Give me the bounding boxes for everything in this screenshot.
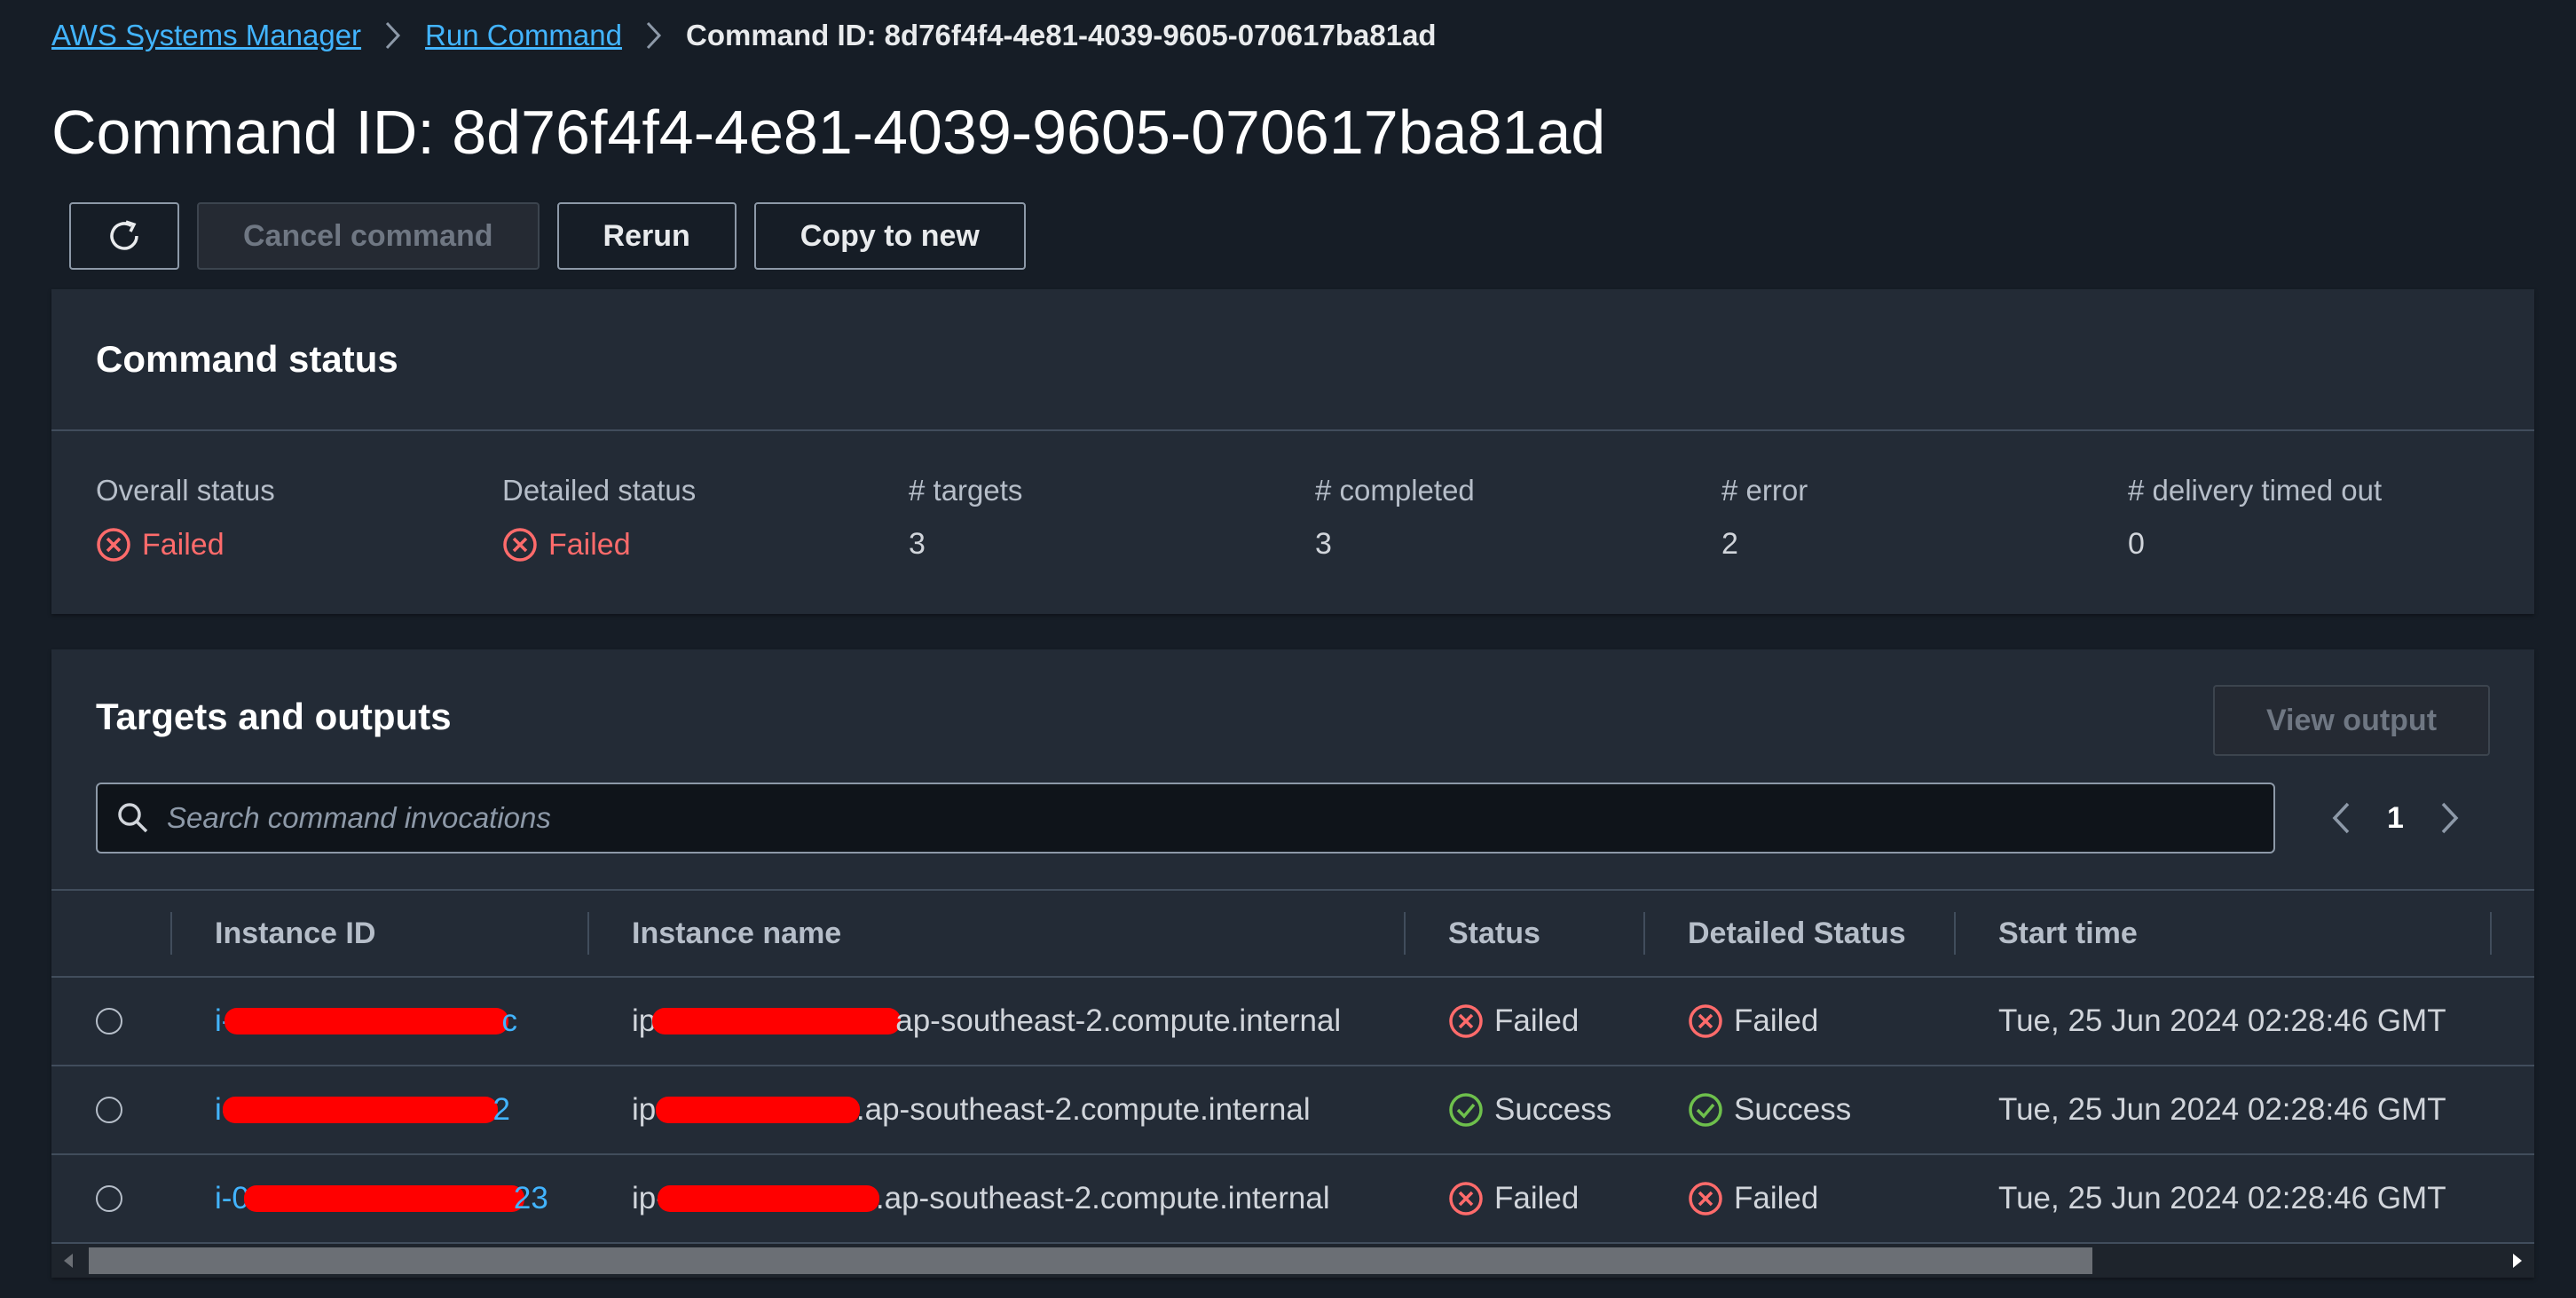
- start-time-cell: Tue, 25 Jun 2024 02:28:46 GMT: [1998, 1092, 2446, 1127]
- start-time-cell: Tue, 25 Jun 2024 02:28:46 GMT: [1998, 1003, 2446, 1038]
- table-row[interactable]: i-0 23 ip- .ap-southeast-2.compute.interna…: [51, 1155, 2534, 1244]
- instance-id-link[interactable]: i-0 23: [215, 1155, 548, 1242]
- redaction-mark: [657, 1185, 879, 1212]
- status-field-targets: # targets 3: [909, 474, 1315, 562]
- targets-panel: Targets and outputs View output Search c…: [51, 649, 2534, 1278]
- scrollbar-thumb[interactable]: [89, 1247, 2092, 1274]
- status-label: Detailed status: [502, 474, 697, 507]
- table-header: Instance ID Instance name Status Detaile…: [51, 889, 2534, 978]
- failed-icon: [96, 527, 131, 562]
- table-row[interactable]: i-2 ip-.ap-southeast-2.compute.internal …: [51, 1066, 2534, 1155]
- status-field-detailed: Detailed status Failed: [502, 474, 909, 562]
- instance-name: ip- .ap-southeast-2.compute.internal: [632, 1181, 1330, 1215]
- column-divider: [587, 912, 589, 955]
- breadcrumb-run-command[interactable]: Run Command: [425, 19, 622, 52]
- detailed-status-cell: Success: [1688, 1066, 1851, 1153]
- refresh-icon: [105, 216, 144, 256]
- status-cell: Success: [1448, 1066, 1611, 1153]
- status-label: # targets: [909, 474, 1023, 507]
- status-cell: Failed: [1448, 978, 1579, 1065]
- failed-icon: [1688, 1003, 1723, 1039]
- column-header-status[interactable]: Status: [1448, 891, 1540, 976]
- failed-icon: [1448, 1003, 1484, 1039]
- page-title: Command ID: 8d76f4f4-4e81-4039-9605-0706…: [51, 98, 1606, 167]
- detailed-status-cell: Failed: [1688, 978, 1818, 1065]
- detailed-status-cell: Failed: [1688, 1155, 1818, 1242]
- rerun-button[interactable]: Rerun: [556, 202, 737, 270]
- breadcrumb-current: Command ID: 8d76f4f4-4e81-4039-9605-0706…: [685, 19, 1437, 51]
- instance-name: ip ap-southeast-2.compute.internal: [632, 1003, 1342, 1038]
- status-label: # error: [1721, 474, 1808, 507]
- status-cell: Failed: [1448, 1155, 1579, 1242]
- column-divider: [1643, 912, 1645, 955]
- status-label: # completed: [1315, 474, 1475, 507]
- row-select-radio[interactable]: [96, 1097, 122, 1123]
- scroll-right-icon[interactable]: [2511, 1253, 2524, 1273]
- refresh-button[interactable]: [69, 202, 179, 270]
- status-value: Failed: [502, 527, 909, 562]
- column-divider: [170, 912, 172, 955]
- breadcrumb: AWS Systems Manager Run Command Command …: [51, 14, 1437, 57]
- status-field-timed-out: # delivery timed out 0: [2128, 474, 2534, 562]
- command-status-panel: Command status Overall status Failed Det…: [51, 289, 2534, 614]
- status-value: 0: [2128, 527, 2145, 561]
- status-field-overall: Overall status Failed: [96, 474, 502, 562]
- success-icon: [1688, 1092, 1723, 1128]
- instance-name: ip- .ap-southeast-2.compute.internal: [632, 1092, 1311, 1127]
- status-grid: Overall status Failed Detailed status Fa…: [51, 431, 2534, 562]
- column-header-start-time[interactable]: Start time: [1998, 891, 2138, 976]
- invocations-table: Instance ID Instance name Status Detaile…: [51, 889, 2534, 1244]
- status-value: Failed: [96, 527, 502, 562]
- redaction-mark: [223, 1097, 499, 1123]
- start-time-cell: Tue, 25 Jun 2024 02:28:46 GMT: [1998, 1181, 2446, 1215]
- cancel-command-button[interactable]: Cancel command: [197, 202, 540, 270]
- column-header-instance-name[interactable]: Instance name: [632, 891, 841, 976]
- search-placeholder: Search command invocations: [167, 801, 551, 834]
- view-output-button[interactable]: View output: [2213, 685, 2490, 756]
- horizontal-scrollbar[interactable]: [51, 1244, 2534, 1278]
- redaction-mark: [655, 1097, 860, 1123]
- column-divider: [1404, 912, 1406, 955]
- failed-icon: [1448, 1181, 1484, 1216]
- status-label: # delivery timed out: [2128, 474, 2383, 507]
- status-field-error: # error 2: [1721, 474, 2128, 562]
- column-divider: [1954, 912, 1956, 955]
- chevron-left-icon[interactable]: [2330, 800, 2351, 836]
- copy-to-new-button[interactable]: Copy to new: [753, 202, 1026, 270]
- redaction-mark: [652, 1008, 902, 1034]
- search-input[interactable]: Search command invocations: [96, 783, 2275, 854]
- column-header-detailed-status[interactable]: Detailed Status: [1688, 891, 1906, 976]
- column-divider: [2490, 912, 2492, 955]
- command-status-header: Command status: [51, 289, 2534, 431]
- targets-title: Targets and outputs: [96, 696, 452, 737]
- search-icon: [115, 800, 151, 836]
- command-status-title: Command status: [96, 338, 398, 380]
- redaction-mark: [243, 1185, 524, 1212]
- status-value: 3: [909, 527, 926, 561]
- success-icon: [1448, 1092, 1484, 1128]
- scroll-left-icon[interactable]: [62, 1253, 75, 1273]
- chevron-right-icon: [645, 20, 663, 51]
- status-value: 2: [1721, 527, 1738, 561]
- chevron-right-icon: [384, 20, 402, 51]
- instance-id-link[interactable]: i-c: [215, 978, 517, 1065]
- status-label: Overall status: [96, 474, 275, 507]
- command-toolbar: Cancel command Rerun Copy to new: [69, 202, 1026, 270]
- row-select-radio[interactable]: [96, 1008, 122, 1034]
- pagination: 1: [2330, 791, 2461, 845]
- status-field-completed: # completed 3: [1315, 474, 1721, 562]
- breadcrumb-systems-manager[interactable]: AWS Systems Manager: [51, 19, 361, 52]
- failed-icon: [502, 527, 538, 562]
- instance-id-link[interactable]: i-2: [215, 1066, 510, 1153]
- table-row[interactable]: i-c ip ap-southeast-2.compute.internal Fa…: [51, 978, 2534, 1066]
- page-number[interactable]: 1: [2387, 801, 2404, 836]
- failed-icon: [1688, 1181, 1723, 1216]
- chevron-right-icon[interactable]: [2439, 800, 2461, 836]
- row-select-radio[interactable]: [96, 1185, 122, 1212]
- redaction-mark: [225, 1008, 509, 1034]
- status-value: 3: [1315, 527, 1332, 561]
- column-header-instance-id[interactable]: Instance ID: [215, 891, 375, 976]
